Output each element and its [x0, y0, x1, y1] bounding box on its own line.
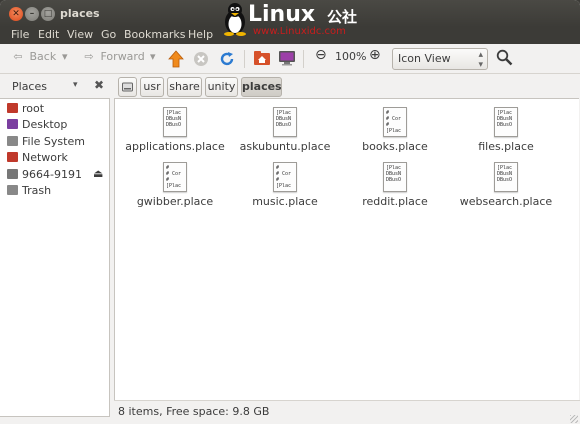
maximize-window-button[interactable]: □: [41, 7, 55, 21]
toolbar: ⇦ Back ▾ ⇨ Forward ▾ ⊖ 100% ⊕: [0, 44, 580, 74]
file-item[interactable]: [Plac DBusN DBusO files.place: [451, 107, 561, 153]
path-crumb-unity[interactable]: unity: [205, 77, 238, 97]
watermark-url: www.Linuxidc.com: [253, 26, 346, 37]
home-folder-icon[interactable]: [253, 50, 271, 66]
sidebar-item-label: Desktop: [22, 118, 68, 131]
file-item[interactable]: [Plac DBusN DBusO applications.place: [120, 107, 230, 153]
forward-button[interactable]: ⇨ Forward: [81, 50, 145, 68]
toolbar-separator: [244, 50, 245, 68]
sidebar-item-usb-drive[interactable]: 9664-9191 ⏏: [7, 167, 107, 184]
window-title: places: [60, 7, 100, 20]
text-file-icon: [Plac DBusN DBusO: [273, 107, 297, 137]
menu-go[interactable]: Go: [101, 28, 116, 41]
trash-icon: [7, 185, 18, 195]
file-item[interactable]: # # Cor # [Plac gwibber.place: [120, 162, 230, 208]
reload-icon[interactable]: [219, 51, 235, 67]
file-name: books.place: [362, 140, 428, 153]
watermark-brand: Linux: [248, 2, 316, 27]
path-root-drive-button[interactable]: [118, 77, 137, 97]
sidebar-item-trash[interactable]: Trash: [7, 184, 51, 200]
status-bar: 8 items, Free space: 9.8 GB: [114, 400, 580, 424]
places-sidebar: root Desktop File System Network 9664-91…: [0, 98, 110, 417]
sidebar-title[interactable]: Places: [12, 80, 47, 93]
menu-view[interactable]: View: [67, 28, 93, 41]
file-name: websearch.place: [459, 195, 553, 208]
sidebar-item-root[interactable]: root: [7, 102, 44, 118]
sidebar-item-file-system[interactable]: File System: [7, 135, 85, 151]
menu-bookmarks[interactable]: Bookmarks: [124, 28, 185, 41]
resize-grip[interactable]: [570, 415, 578, 423]
stop-icon[interactable]: [193, 51, 209, 67]
watermark-brand-cn: 公社: [327, 8, 358, 26]
forward-arrow-icon: ⇨: [84, 50, 94, 63]
sidebar-item-label: Network: [22, 151, 68, 164]
text-file-icon: [Plac DBusN DBusO: [494, 162, 518, 192]
usb-drive-icon: [7, 169, 18, 179]
chevron-down-icon[interactable]: ▾: [73, 80, 78, 90]
file-item[interactable]: [Plac DBusN DBusO askubuntu.place: [230, 107, 340, 153]
path-crumb-usr[interactable]: usr: [140, 77, 164, 97]
sidebar-item-desktop[interactable]: Desktop: [7, 118, 67, 134]
toolbar-separator: [303, 50, 304, 68]
file-item[interactable]: # # Cor # [Plac music.place: [230, 162, 340, 208]
sidebar-item-label: 9664-9191: [22, 168, 82, 181]
path-crumb-places[interactable]: places: [241, 77, 282, 97]
view-mode-value: Icon View: [398, 52, 451, 65]
text-file-icon: # # Cor # [Plac: [383, 107, 407, 137]
chevron-updown-icon: ▴ ▾: [478, 50, 483, 70]
view-mode-select[interactable]: Icon View ▴ ▾: [392, 48, 488, 70]
forward-history-button[interactable]: ▾: [150, 50, 156, 68]
zoom-in-button[interactable]: ⊕: [369, 47, 381, 65]
tux-penguin-icon: [224, 3, 246, 36]
zoom-out-button[interactable]: ⊖: [315, 47, 327, 65]
desktop-icon: [7, 119, 18, 129]
text-file-icon: # # Cor # [Plac: [273, 162, 297, 192]
watermark-logo: Linux 公社 www.Linuxidc.com: [222, 0, 372, 44]
file-name: askubuntu.place: [239, 140, 331, 153]
back-arrow-icon: ⇦: [13, 50, 23, 63]
menu-help[interactable]: Help: [188, 28, 213, 41]
back-button[interactable]: ⇦ Back: [10, 50, 56, 68]
close-sidebar-button[interactable]: ✖: [94, 78, 104, 92]
drive-icon: [7, 136, 18, 146]
file-name: applications.place: [125, 140, 225, 153]
close-window-button[interactable]: ✕: [9, 7, 23, 21]
file-name: gwibber.place: [136, 195, 214, 208]
file-item[interactable]: # # Cor # [Plac books.place: [340, 107, 450, 153]
computer-icon[interactable]: [278, 50, 296, 66]
path-crumb-share[interactable]: share: [167, 77, 202, 97]
network-icon: [7, 152, 18, 162]
file-name: files.place: [478, 140, 534, 153]
sidebar-item-label: root: [22, 102, 45, 115]
file-item[interactable]: [Plac DBusN DBusO websearch.place: [451, 162, 561, 208]
eject-icon[interactable]: ⏏: [93, 167, 103, 180]
zoom-level: 100%: [335, 50, 367, 63]
text-file-icon: [Plac DBusN DBusO: [163, 107, 187, 137]
menu-file[interactable]: File: [11, 28, 29, 41]
home-folder-icon: [7, 103, 18, 113]
file-view: [Plac DBusN DBusO applications.place [Pl…: [114, 98, 579, 401]
back-history-button[interactable]: ▾: [62, 50, 68, 68]
minimize-window-button[interactable]: –: [25, 7, 39, 21]
forward-label: Forward: [100, 50, 145, 63]
search-icon[interactable]: [496, 49, 513, 66]
sidebar-item-label: File System: [22, 135, 85, 148]
file-manager-window: ✕ – □ places File Edit View Go Bookmarks…: [0, 0, 580, 424]
up-arrow-icon[interactable]: [168, 50, 184, 68]
status-text: 8 items, Free space: 9.8 GB: [118, 405, 270, 418]
text-file-icon: # # Cor # [Plac: [163, 162, 187, 192]
text-file-icon: [Plac DBusN DBusO: [494, 107, 518, 137]
sidebar-item-network[interactable]: Network: [7, 151, 68, 167]
back-label: Back: [29, 50, 57, 63]
file-name: music.place: [252, 195, 318, 208]
drive-icon: [122, 82, 133, 92]
file-name: reddit.place: [362, 195, 428, 208]
sidebar-header: Places ▾ ✖: [0, 74, 114, 98]
file-item[interactable]: [Plac DBusN DBusO reddit.place: [340, 162, 450, 208]
text-file-icon: [Plac DBusN DBusO: [383, 162, 407, 192]
menu-edit[interactable]: Edit: [38, 28, 59, 41]
sidebar-item-label: Trash: [22, 184, 52, 197]
